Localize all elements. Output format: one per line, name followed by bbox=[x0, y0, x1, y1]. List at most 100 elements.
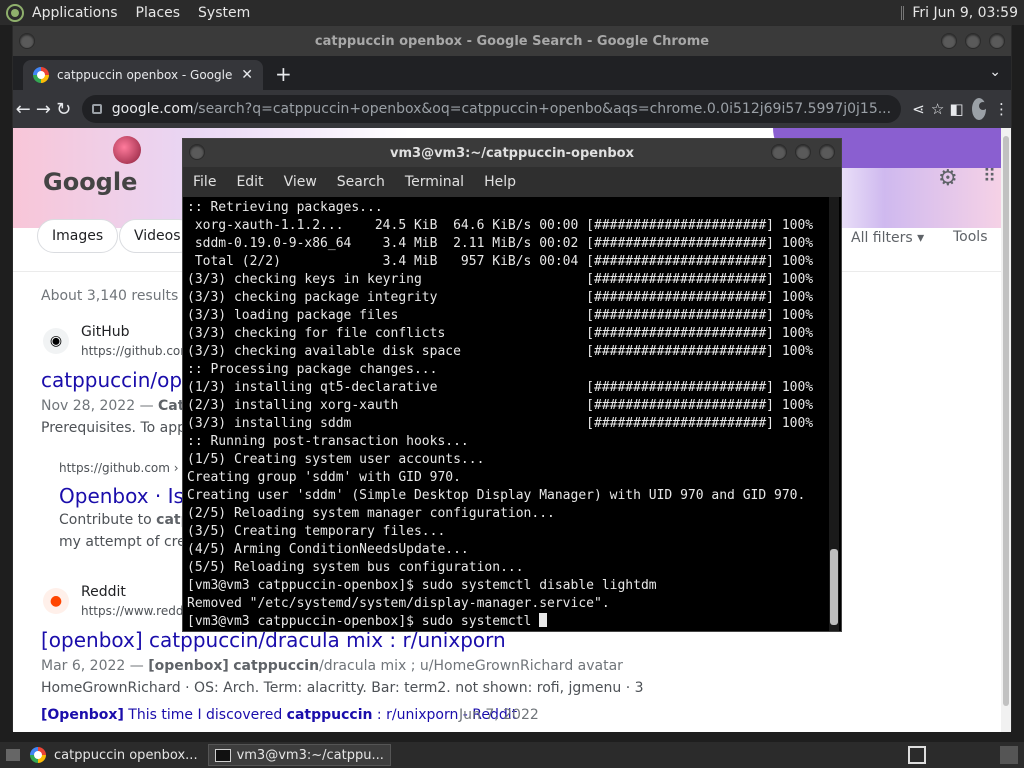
new-tab-button[interactable]: + bbox=[275, 62, 292, 86]
result-title[interactable]: catppuccin/oper bbox=[41, 368, 203, 392]
related-link[interactable]: [Openbox] This time I discovered catppuc… bbox=[41, 707, 517, 723]
close-button[interactable] bbox=[819, 144, 835, 160]
share-icon[interactable]: ⋖ bbox=[909, 100, 928, 118]
page-scrollbar[interactable] bbox=[1001, 128, 1011, 732]
prompt-text: [vm3@vm3 catppuccin-openbox]$ sudo syste… bbox=[187, 614, 540, 629]
terminal-titlebar[interactable]: vm3@vm3:~/catppuccin-openbox bbox=[183, 139, 841, 167]
menu-help[interactable]: Help bbox=[484, 174, 516, 190]
terminal-line: (2/5) Reloading system manager configura… bbox=[187, 506, 555, 521]
menu-file[interactable]: File bbox=[193, 174, 216, 190]
side-panel-icon[interactable]: ◧ bbox=[947, 100, 966, 118]
google-favicon-icon bbox=[33, 67, 49, 83]
task-chrome-label: catppuccin openbox... bbox=[54, 747, 198, 763]
result-date: Mar 6, 2022 — [openbox] catppuccin/dracu… bbox=[41, 658, 623, 674]
kebab-menu-icon[interactable]: ⋮ bbox=[992, 100, 1011, 118]
distro-logo-icon[interactable] bbox=[6, 3, 24, 22]
result-site-name[interactable]: GitHub bbox=[81, 324, 130, 340]
window-menu-button[interactable] bbox=[19, 33, 35, 49]
terminal-line: Removed "/etc/systemd/system/display-man… bbox=[187, 596, 610, 611]
caret-down-icon: ▾ bbox=[917, 230, 925, 246]
terminal-scrollbar[interactable] bbox=[829, 197, 839, 631]
all-filters-button[interactable]: All filters ▾ bbox=[851, 230, 924, 246]
task-chrome[interactable]: catppuccin openbox... bbox=[24, 744, 204, 766]
terminal-line: :: Processing package changes... bbox=[187, 362, 438, 377]
task-terminal[interactable]: vm3@vm3:~/catppu... bbox=[207, 744, 391, 766]
terminal-line: (3/3) checking package integrity [######… bbox=[187, 290, 814, 305]
tab-strip: catppuccin openbox - Google S ✕ + ⌄ bbox=[13, 56, 1011, 90]
minimize-button[interactable] bbox=[941, 33, 957, 49]
terminal-line: (3/3) checking for file conflicts [#####… bbox=[187, 326, 814, 341]
result-snippet: HomeGrownRichard · OS: Arch. Term: alacr… bbox=[41, 680, 644, 696]
result-snippet: Prerequisites. To apply bbox=[41, 420, 199, 436]
bookmark-star-icon[interactable]: ☆ bbox=[928, 100, 947, 118]
tools-button[interactable]: Tools bbox=[953, 229, 988, 245]
menu-view[interactable]: View bbox=[284, 174, 317, 190]
top-panel: Applications Places System Fri Jun 9, 03… bbox=[0, 0, 1024, 25]
menu-applications[interactable]: Applications bbox=[32, 5, 118, 21]
terminal-line: (3/3) checking available disk space [###… bbox=[187, 344, 814, 359]
terminal-line: (2/3) installing xorg-xauth [###########… bbox=[187, 398, 814, 413]
result-count: About 3,140 results (0. bbox=[41, 288, 202, 304]
terminal-menubar: File Edit View Search Terminal Help bbox=[183, 167, 841, 197]
browser-toolbar: ← → ↻ google.com/search?q=catppuccin+ope… bbox=[13, 90, 1011, 128]
result-site-name[interactable]: Reddit bbox=[81, 584, 126, 600]
terminal-line: :: Retrieving packages... bbox=[187, 200, 383, 215]
menu-search[interactable]: Search bbox=[337, 174, 385, 190]
terminal-line: (3/3) installing sddm [#################… bbox=[187, 416, 814, 431]
window-menu-button[interactable] bbox=[189, 144, 205, 160]
settings-gear-icon[interactable]: ⚙ bbox=[938, 166, 958, 191]
minimize-button[interactable] bbox=[771, 144, 787, 160]
close-button[interactable] bbox=[989, 33, 1005, 49]
scrollbar-thumb[interactable] bbox=[830, 549, 838, 625]
profile-avatar-icon[interactable] bbox=[972, 98, 988, 120]
menu-edit[interactable]: Edit bbox=[236, 174, 263, 190]
scrollbar-thumb[interactable] bbox=[1003, 136, 1009, 706]
url-path: /search?q=catppuccin+openbox&oq=catppucc… bbox=[193, 101, 892, 117]
chrome-icon bbox=[30, 747, 46, 763]
address-bar[interactable]: google.com/search?q=catppuccin+openbox&o… bbox=[81, 95, 902, 123]
menu-places[interactable]: Places bbox=[136, 5, 181, 21]
terminal-output[interactable]: :: Retrieving packages... xorg-xauth-1.1… bbox=[183, 197, 831, 631]
task-terminal-label: vm3@vm3:~/catppu... bbox=[236, 747, 384, 763]
tray-icon[interactable] bbox=[1000, 746, 1018, 764]
terminal-line: (3/3) checking keys in keyring [########… bbox=[187, 272, 814, 287]
reddit-icon[interactable]: ● bbox=[43, 588, 69, 614]
panel-separator bbox=[901, 5, 905, 20]
lock-icon[interactable] bbox=[91, 104, 102, 114]
menu-terminal[interactable]: Terminal bbox=[405, 174, 464, 190]
terminal-window: vm3@vm3:~/catppuccin-openbox File Edit V… bbox=[182, 138, 842, 632]
terminal-line: (5/5) Reloading system bus configuration… bbox=[187, 560, 524, 575]
subresult-url[interactable]: https://github.com › cat bbox=[59, 461, 201, 475]
maximize-button[interactable] bbox=[965, 33, 981, 49]
apps-grid-icon[interactable]: ⠿ bbox=[983, 166, 996, 187]
show-desktop-icon[interactable] bbox=[908, 746, 926, 764]
google-logo[interactable]: Google bbox=[43, 168, 137, 196]
subresult-title[interactable]: Openbox · Iss bbox=[59, 484, 194, 508]
menu-system[interactable]: System bbox=[198, 5, 250, 21]
url-host: google.com bbox=[111, 101, 194, 117]
tab-google-search[interactable]: catppuccin openbox - Google S ✕ bbox=[23, 60, 263, 90]
github-icon[interactable]: ◉ bbox=[43, 328, 69, 354]
terminal-line: (3/3) loading package files [###########… bbox=[187, 308, 814, 323]
tab-close-icon[interactable]: ✕ bbox=[241, 67, 253, 83]
result-date: Nov 28, 2022 — Catpp bbox=[41, 398, 205, 414]
back-arrow-icon[interactable]: ← bbox=[13, 99, 33, 120]
workspace-switcher-icon[interactable] bbox=[6, 749, 20, 761]
chip-images[interactable]: Images bbox=[37, 219, 119, 253]
terminal-prompt[interactable]: [vm3@vm3 catppuccin-openbox]$ sudo syste… bbox=[187, 613, 831, 631]
maximize-button[interactable] bbox=[795, 144, 811, 160]
clock[interactable]: Fri Jun 9, 03:59 bbox=[912, 5, 1018, 21]
terminal-line: Creating group 'sddm' with GID 970. bbox=[187, 470, 461, 485]
taskbar: catppuccin openbox... vm3@vm3:~/catppu..… bbox=[0, 742, 1024, 768]
terminal-line: (1/3) installing qt5-declarative [######… bbox=[187, 380, 814, 395]
terminal-line: Total (2/2) 3.4 MiB 957 KiB/s 00:04 [###… bbox=[187, 254, 814, 269]
chrome-titlebar[interactable]: catppuccin openbox - Google Search - Goo… bbox=[13, 26, 1011, 56]
tab-label: catppuccin openbox - Google S bbox=[57, 68, 236, 82]
forward-arrow-icon[interactable]: → bbox=[33, 99, 53, 120]
terminal-line: (1/5) Creating system user accounts... bbox=[187, 452, 485, 467]
all-filters-label: All filters bbox=[851, 230, 913, 246]
reload-icon[interactable]: ↻ bbox=[54, 99, 74, 120]
disco-ball-icon bbox=[113, 136, 141, 164]
tab-search-chevron-icon[interactable]: ⌄ bbox=[989, 64, 1001, 80]
terminal-icon bbox=[214, 748, 231, 762]
